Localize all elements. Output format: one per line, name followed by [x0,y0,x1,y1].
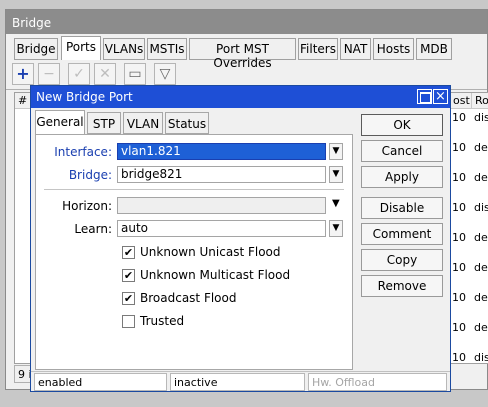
new-bridge-port-dialog: New Bridge Port × General STP VLAN Statu… [30,85,451,392]
table-cell-role: de [474,291,488,304]
maximize-icon[interactable] [417,89,432,104]
unknown-multicast-flood-checkbox[interactable]: ✔ [122,269,135,282]
remove-icon[interactable]: − [38,63,60,85]
close-icon[interactable]: × [433,89,448,104]
learn-select[interactable]: auto [117,220,326,237]
enable-icon[interactable]: ✓ [68,63,90,85]
comment-button[interactable]: Comment [361,223,443,245]
learn-label: Learn: [74,222,112,236]
dialog-title-bar: New Bridge Port [31,86,450,108]
apply-button[interactable]: Apply [361,166,443,188]
table-cell-cost: 10 [452,351,466,364]
tab-hosts[interactable]: Hosts [373,38,414,60]
dialog-title: New Bridge Port [36,90,133,104]
ok-button[interactable]: OK [361,114,443,136]
unknown-unicast-flood-checkbox[interactable]: ✔ [122,246,135,259]
dialog-status-bar: enabled inactive Hw. Offload [31,371,450,391]
tab-port-mst-overrides[interactable]: Port MST Overrides [189,38,296,70]
horizon-label: Horizon: [62,199,112,213]
table-cell-cost: 10 [452,171,466,184]
tab-status[interactable]: Status [165,112,209,134]
tab-nat[interactable]: NAT [340,38,371,60]
comment-icon[interactable]: ▭ [124,63,146,85]
bridge-select[interactable]: bridge821 [117,166,326,183]
general-panel: Interface: vlan1.821 ▼ Bridge: bridge821… [35,134,353,370]
bridge-label: Bridge: [68,168,112,182]
trusted-checkbox[interactable] [122,315,135,328]
table-cell-role: dis [474,111,488,124]
interface-select[interactable]: vlan1.821 [117,143,326,160]
table-cell-cost: 10 [452,201,466,214]
interface-dropdown-icon[interactable]: ▼ [329,143,343,160]
cancel-button[interactable]: Cancel [361,140,443,162]
bridge-dropdown-icon[interactable]: ▼ [329,166,343,183]
status-enabled: enabled [34,373,167,391]
table-cell-role: de [474,261,488,274]
disable-button[interactable]: Disable [361,197,443,219]
table-cell-role: dis [474,201,488,214]
tab-mstis[interactable]: MSTIs [147,38,187,60]
table-cell-cost: 10 [452,291,466,304]
tab-filters[interactable]: Filters [298,38,338,60]
horizon-field[interactable] [117,197,326,214]
tab-stp[interactable]: STP [87,112,121,134]
status-running: inactive [170,373,305,391]
copy-button[interactable]: Copy [361,249,443,271]
table-cell-role: de [474,231,488,244]
unknown-unicast-flood-label: Unknown Unicast Flood [140,245,281,259]
remove-button[interactable]: Remove [361,275,443,297]
table-cell-role: dis [474,351,488,364]
tab-ports[interactable]: Ports [61,36,101,60]
table-cell-cost: 10 [452,321,466,334]
learn-dropdown-icon[interactable]: ▼ [329,220,343,237]
table-cell-role: de [474,321,488,334]
status-hw-offload: Hw. Offload [308,373,447,391]
add-icon[interactable]: + [12,63,34,85]
horizon-expand-icon[interactable]: ▼ [332,198,340,209]
bridge-window-title: Bridge [6,10,487,34]
unknown-multicast-flood-label: Unknown Multicast Flood [140,268,291,282]
tab-vlans[interactable]: VLANs [103,38,145,60]
trusted-label: Trusted [140,314,185,328]
table-cell-role: de [474,171,488,184]
tab-mdb[interactable]: MDB [416,38,452,60]
broadcast-flood-label: Broadcast Flood [140,291,237,305]
table-cell-role: de [474,141,488,154]
table-cell-cost: 10 [452,261,466,274]
tab-vlan[interactable]: VLAN [123,112,163,134]
tab-bridge[interactable]: Bridge [14,38,58,60]
disable-icon[interactable]: ✕ [94,63,116,85]
column-header-cost[interactable]: ost [450,93,472,109]
filter-icon[interactable]: ▽ [154,63,176,85]
separator [44,189,344,190]
table-cell-cost: 10 [452,141,466,154]
table-cell-cost: 10 [452,111,466,124]
column-header-role[interactable]: Ro [472,93,488,109]
tab-general[interactable]: General [35,110,85,135]
interface-label: Interface: [54,145,112,159]
broadcast-flood-checkbox[interactable]: ✔ [122,292,135,305]
table-cell-cost: 10 [452,231,466,244]
